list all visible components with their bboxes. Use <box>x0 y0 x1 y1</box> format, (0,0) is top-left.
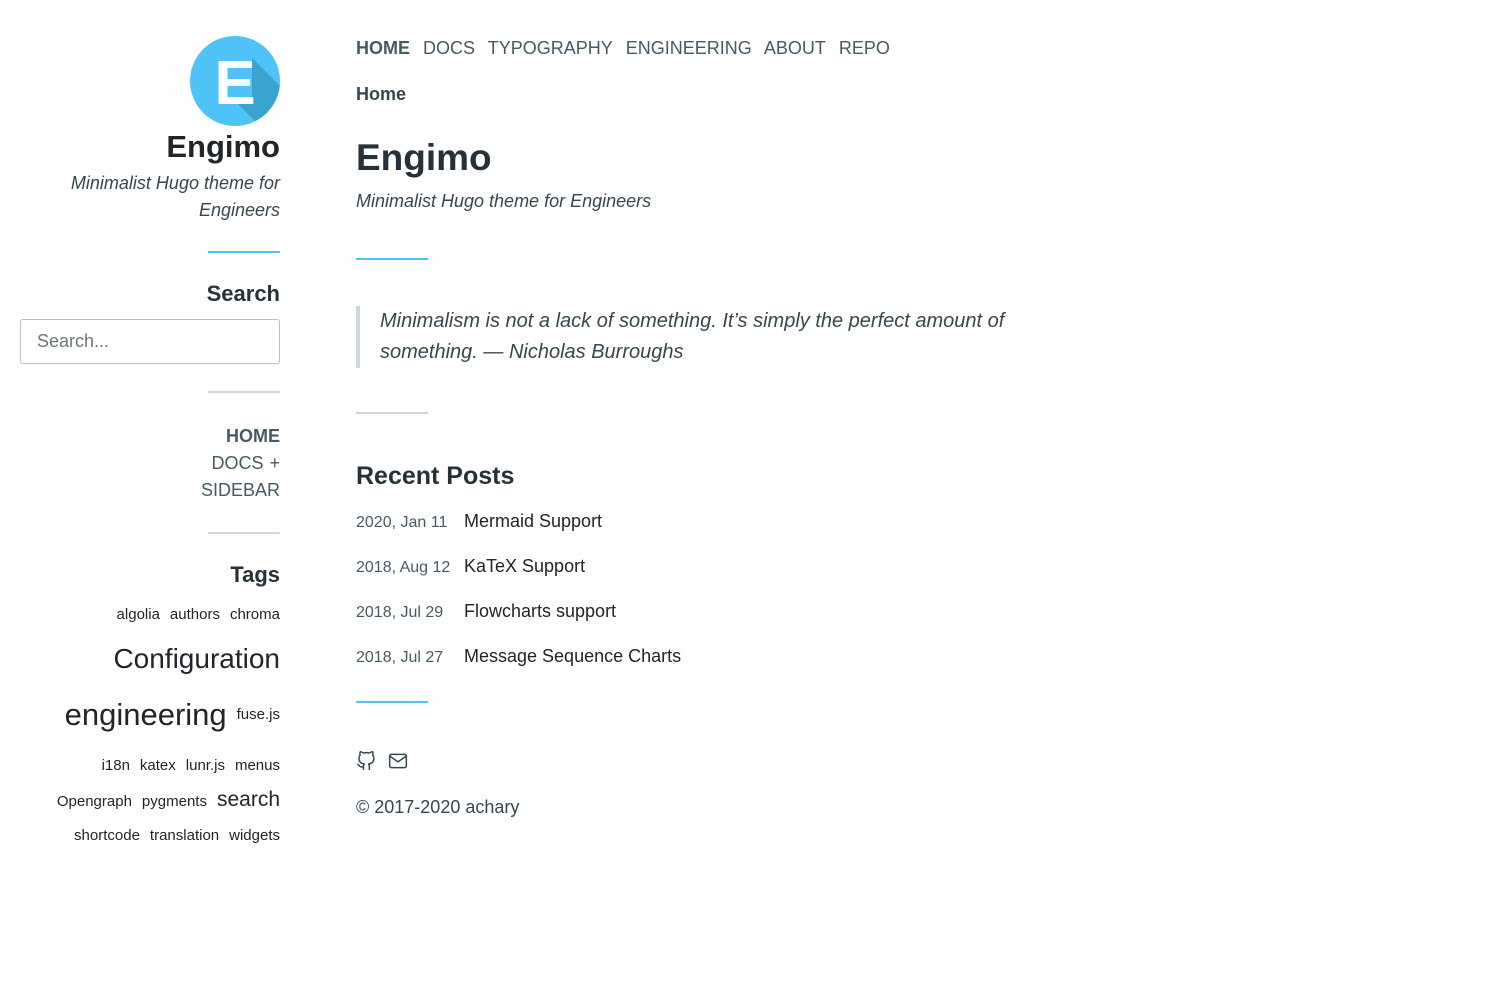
tag-link[interactable]: Opengraph <box>57 785 132 819</box>
tag-link[interactable]: algolia <box>117 598 160 632</box>
expand-plus-icon[interactable]: + <box>269 450 280 477</box>
page-title: Engimo <box>356 137 492 178</box>
site-logo: E <box>190 36 280 126</box>
copyright: © 2017-2020 achary <box>356 797 520 817</box>
tags-heading: Tags <box>230 562 280 588</box>
list-item: 2018, Jul 27 Message Sequence Charts <box>356 646 1056 691</box>
site-logo-link[interactable]: E <box>20 36 280 126</box>
sidebar-divider <box>208 391 280 394</box>
recent-posts-list: 2020, Jan 11 Mermaid Support 2018, Aug 1… <box>356 511 1056 691</box>
search-heading: Search <box>206 281 280 307</box>
post-date: 2018, Aug 12 <box>356 559 451 576</box>
post-link[interactable]: Message Sequence Charts <box>464 646 681 667</box>
logo-letter: E <box>214 49 255 118</box>
sidebar-divider <box>208 251 280 254</box>
content-divider <box>356 412 428 414</box>
tag-link[interactable]: Configuration <box>113 636 280 682</box>
blockquote: Minimalism is not a lack of something. I… <box>356 306 1016 368</box>
site-title[interactable]: Engimo <box>20 129 280 164</box>
list-item: 2018, Aug 12 KaTeX Support <box>356 556 1056 601</box>
sidebar: E Engimo Minimalist Hugo theme for Engin… <box>20 36 280 853</box>
tag-link[interactable]: search <box>217 783 280 817</box>
tag-link[interactable]: pygments <box>142 785 207 819</box>
post-date: 2020, Jan 11 <box>356 514 448 531</box>
sidebar-divider <box>208 532 280 535</box>
tag-link[interactable]: fuse.js <box>237 687 280 743</box>
tag-link[interactable]: lunr.js <box>186 749 225 783</box>
top-nav: HOME DOCS TYPOGRAPHY ENGINEERING ABOUT R… <box>356 38 1056 62</box>
sidebar-item-label: DOCS <box>211 453 264 474</box>
content-divider <box>356 258 428 260</box>
list-item: 2018, Jul 29 Flowcharts support <box>356 601 1056 646</box>
tag-link[interactable]: i18n <box>102 749 130 783</box>
search-input[interactable] <box>20 319 280 365</box>
tag-link[interactable]: chroma <box>230 598 280 632</box>
tag-link[interactable]: authors <box>170 598 220 632</box>
tag-link[interactable]: widgets <box>229 819 280 853</box>
recent-posts-heading: Recent Posts <box>356 462 515 490</box>
tag-link[interactable]: katex <box>140 749 176 783</box>
post-link[interactable]: Flowcharts support <box>464 601 616 622</box>
content-divider <box>356 701 428 703</box>
breadcrumb[interactable]: Home <box>356 84 1056 105</box>
social-links <box>356 751 1056 771</box>
post-date: 2018, Jul 27 <box>356 649 444 666</box>
tag-cloud: algolia authors chroma Configuration engin… <box>20 598 280 853</box>
github-icon[interactable] <box>356 751 376 771</box>
sidebar-item-sidebar[interactable]: SIDEBAR <box>20 477 280 504</box>
nav-item-docs[interactable]: DOCS <box>423 38 475 58</box>
tag-link[interactable]: shortcode <box>74 819 140 853</box>
sidebar-menu: HOME DOCS + SIDEBAR <box>20 423 280 504</box>
sidebar-item-docs[interactable]: DOCS + <box>20 450 280 477</box>
list-item: 2020, Jan 11 Mermaid Support <box>356 511 1056 556</box>
mail-icon[interactable] <box>388 751 408 771</box>
post-date: 2018, Jul 29 <box>356 604 444 621</box>
nav-item-typography[interactable]: TYPOGRAPHY <box>488 38 613 58</box>
post-link[interactable]: Mermaid Support <box>464 511 602 532</box>
tag-link[interactable]: engineering <box>65 687 227 743</box>
sidebar-item-home[interactable]: HOME <box>20 423 280 450</box>
post-link[interactable]: KaTeX Support <box>464 556 585 577</box>
nav-item-repo[interactable]: REPO <box>839 38 890 58</box>
nav-item-home[interactable]: HOME <box>356 38 410 58</box>
main-content: HOME DOCS TYPOGRAPHY ENGINEERING ABOUT R… <box>356 38 1056 818</box>
nav-item-engineering[interactable]: ENGINEERING <box>626 38 752 58</box>
tag-link[interactable]: menus <box>235 749 280 783</box>
site-description: Minimalist Hugo theme for Engineers <box>70 173 280 221</box>
tag-link[interactable]: translation <box>150 819 219 853</box>
page-subtitle: Minimalist Hugo theme for Engineers <box>356 191 652 211</box>
nav-item-about[interactable]: ABOUT <box>764 38 826 58</box>
